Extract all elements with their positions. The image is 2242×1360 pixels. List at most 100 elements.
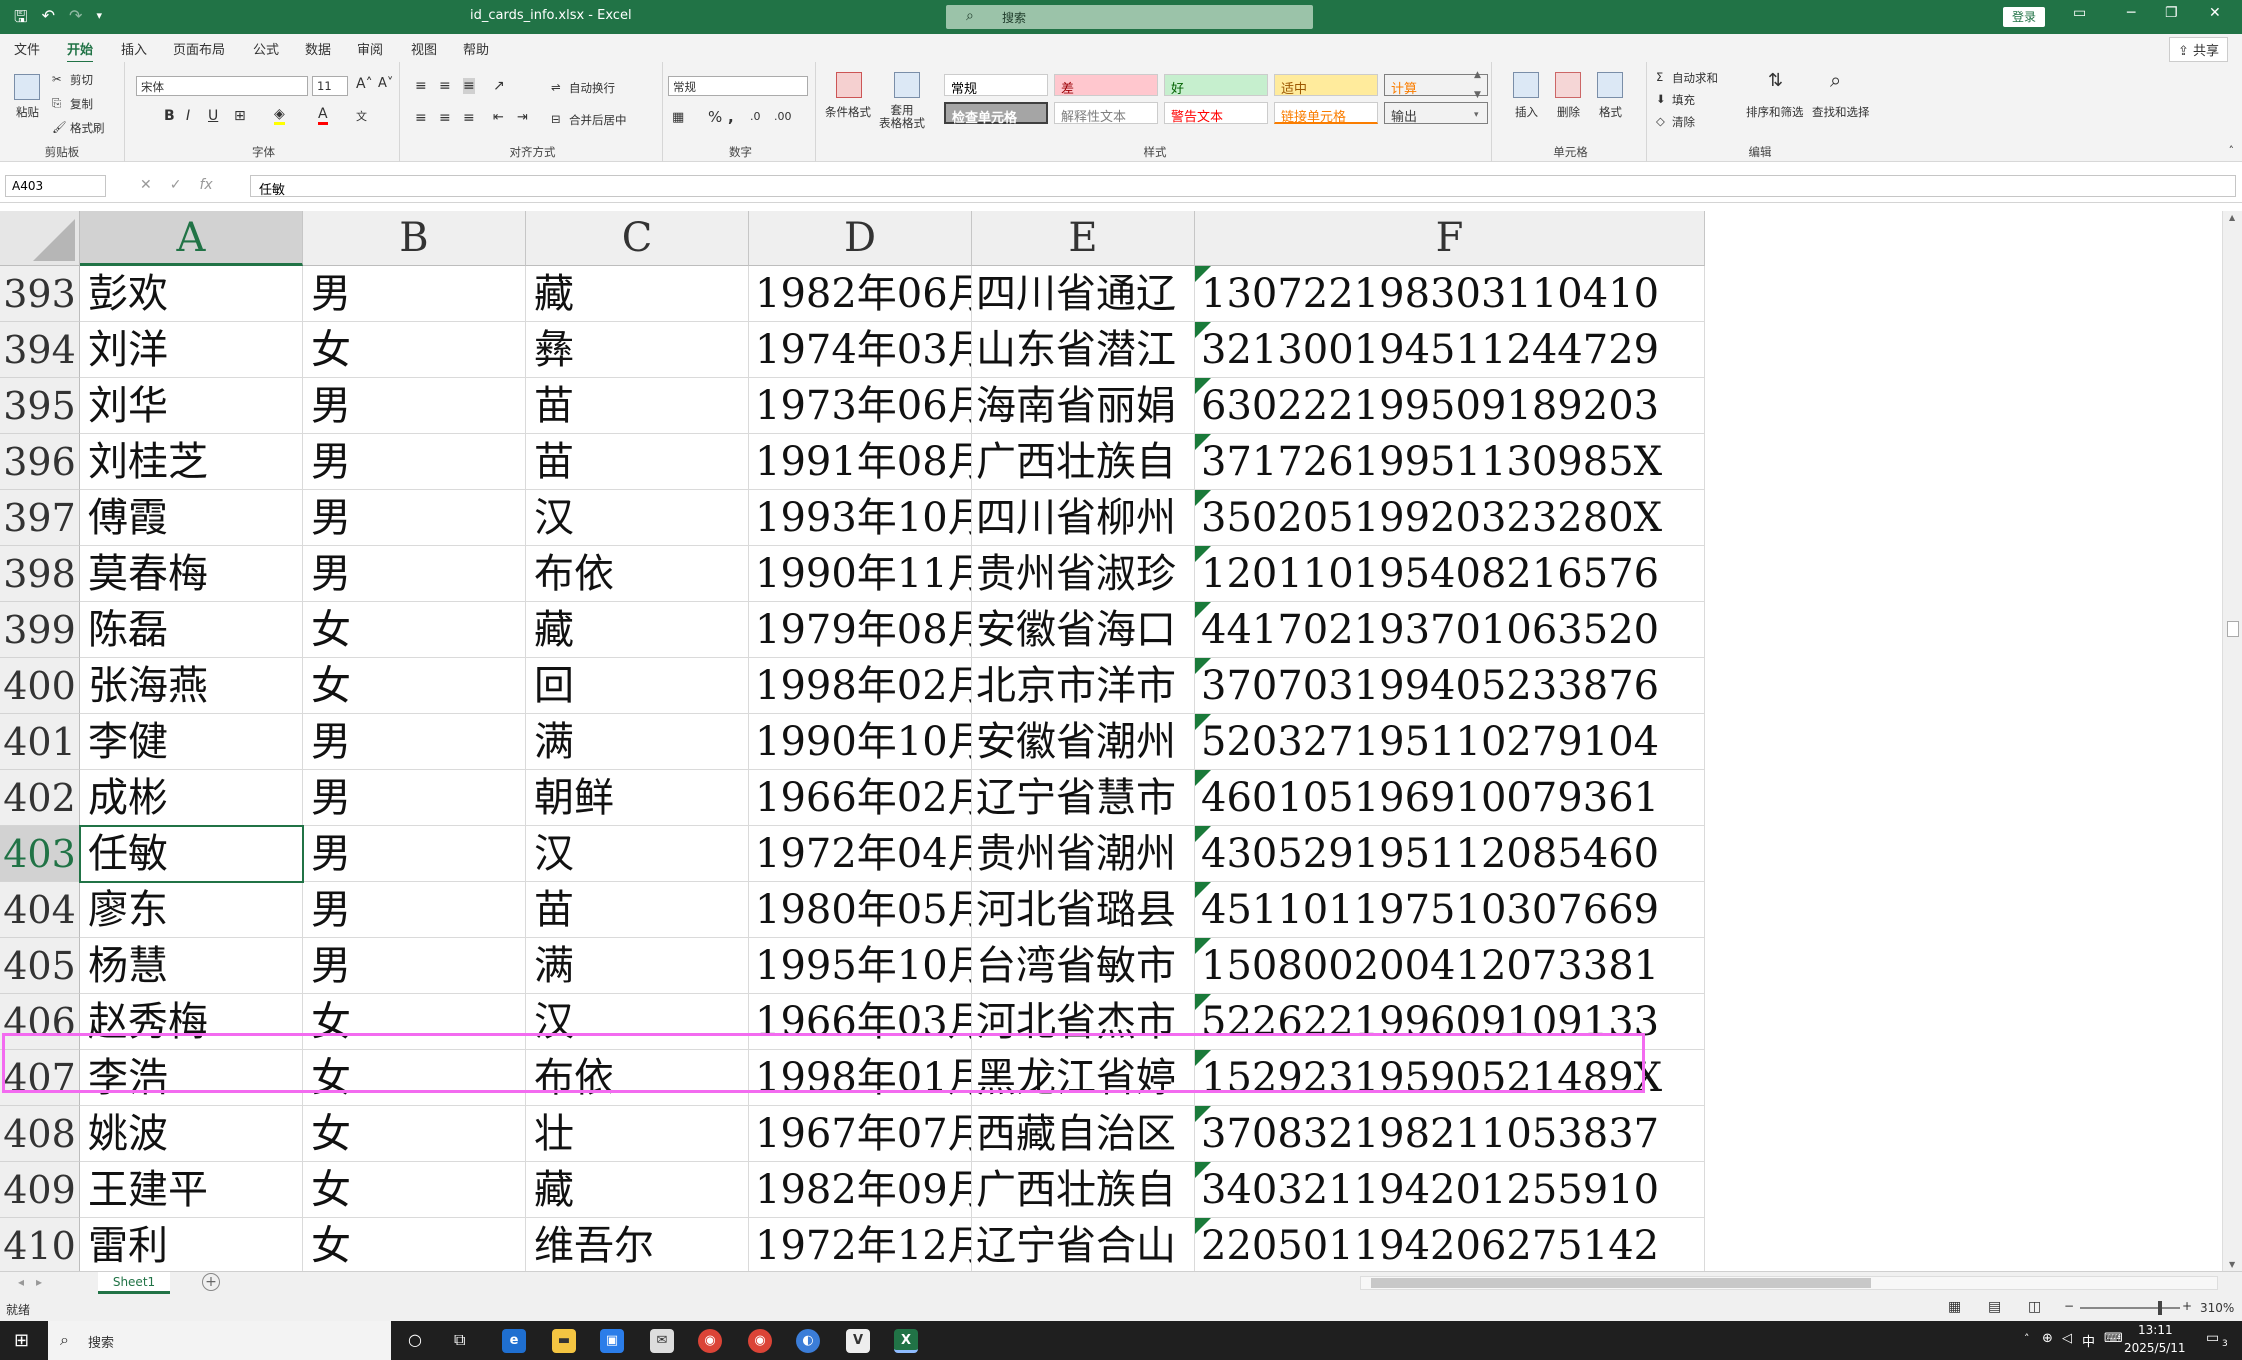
cell-e-addr[interactable]: 黑龙江省婷	[972, 1050, 1195, 1106]
decrease-decimal-icon[interactable]: .00	[774, 110, 792, 123]
normal-view-icon[interactable]: ▦	[1948, 1299, 1961, 1315]
row-header[interactable]: 409	[0, 1162, 80, 1218]
row-header[interactable]: 404	[0, 882, 80, 938]
format-painter-icon[interactable]: 🖌	[52, 120, 67, 134]
cell-a-name[interactable]: 廖东	[80, 882, 303, 938]
cell-e-addr[interactable]: 贵州省潮州	[972, 826, 1195, 882]
cell-style-0[interactable]: 常规	[944, 74, 1048, 97]
error-indicator-icon[interactable]	[1195, 1162, 1211, 1178]
error-indicator-icon[interactable]	[1195, 546, 1211, 562]
cell-style-7[interactable]: 警告文本	[1164, 102, 1268, 125]
restore-icon[interactable]: ❐	[2165, 5, 2178, 21]
page-layout-view-icon[interactable]: ▤	[1988, 1299, 2001, 1315]
tab-file[interactable]: 文件	[14, 39, 40, 58]
column-header-a[interactable]: A	[80, 211, 303, 266]
tab-review[interactable]: 审阅	[357, 39, 383, 58]
cell-c-eth[interactable]: 汉	[526, 490, 749, 546]
fill-color-icon[interactable]: ◈	[274, 106, 285, 125]
cell-c-eth[interactable]: 壮	[526, 1106, 749, 1162]
cell-b-sex[interactable]: 女	[303, 658, 526, 714]
scroll-down-icon[interactable]: ▼	[2229, 1260, 2235, 1269]
task-view-icon[interactable]: ⧉	[454, 1330, 465, 1350]
cell-e-addr[interactable]: 辽宁省合山	[972, 1218, 1195, 1271]
edge-icon[interactable]: e	[502, 1329, 526, 1353]
delete-cells-button[interactable]: 删除	[1557, 104, 1580, 120]
cell-f-id[interactable]: 35020519920323280X	[1195, 490, 1705, 546]
row-header[interactable]: 396	[0, 434, 80, 490]
underline-button[interactable]: U	[208, 108, 218, 124]
cell-e-addr[interactable]: 辽宁省慧市	[972, 770, 1195, 826]
sort-filter-button[interactable]: 排序和筛选	[1746, 104, 1804, 120]
increase-indent-icon[interactable]: ⇥	[517, 110, 528, 125]
font-color-icon[interactable]: A	[318, 106, 328, 125]
cell-e-addr[interactable]: 安徽省海口	[972, 602, 1195, 658]
cell-b-sex[interactable]: 女	[303, 1106, 526, 1162]
align-right-icon[interactable]: ≡	[463, 110, 475, 126]
name-box[interactable]: A403	[5, 175, 106, 197]
cell-d-birth[interactable]: 1966年02月	[749, 770, 972, 826]
cell-a-name[interactable]: 傅霞	[80, 490, 303, 546]
error-indicator-icon[interactable]	[1195, 994, 1211, 1010]
cell-a-name[interactable]: 王建平	[80, 1162, 303, 1218]
share-button[interactable]: ⇪ 共享	[2168, 37, 2228, 62]
cell-d-birth[interactable]: 1974年03月	[749, 322, 972, 378]
table-format-button[interactable]: 套用 表格格式	[879, 104, 925, 130]
error-indicator-icon[interactable]	[1195, 434, 1211, 450]
italic-button[interactable]: I	[186, 108, 190, 124]
cell-e-addr[interactable]: 台湾省敏市	[972, 938, 1195, 994]
row-header[interactable]: 405	[0, 938, 80, 994]
error-indicator-icon[interactable]	[1195, 714, 1211, 730]
cell-f-id[interactable]: 37172619951130985X	[1195, 434, 1705, 490]
cell-style-4[interactable]: 计算	[1384, 74, 1488, 97]
column-header-c[interactable]: C	[526, 211, 749, 266]
zoom-out-icon[interactable]: −	[2064, 1299, 2074, 1313]
cell-a-name[interactable]: 李浩	[80, 1050, 303, 1106]
cell-e-addr[interactable]: 河北省璐县	[972, 882, 1195, 938]
tab-page-layout[interactable]: 页面布局	[173, 39, 225, 58]
cell-style-5[interactable]: 检查单元格	[944, 102, 1048, 126]
orientation-icon[interactable]: ↗	[493, 78, 505, 94]
cell-c-eth[interactable]: 回	[526, 658, 749, 714]
cell-f-id[interactable]: 321300194511244729	[1195, 322, 1705, 378]
gallery-down-icon[interactable]: ▼	[1474, 90, 1481, 100]
align-top-icon[interactable]: ≡	[415, 78, 427, 94]
cell-b-sex[interactable]: 男	[303, 266, 526, 322]
cell-e-addr[interactable]: 安徽省潮州	[972, 714, 1195, 770]
cell-f-id[interactable]: 460105196910079361	[1195, 770, 1705, 826]
cell-style-1[interactable]: 差	[1054, 74, 1158, 97]
cell-c-eth[interactable]: 苗	[526, 882, 749, 938]
cell-a-name[interactable]: 陈磊	[80, 602, 303, 658]
excel-taskbar-icon[interactable]: X	[894, 1329, 918, 1353]
fill-icon[interactable]: ⬇	[1656, 92, 1666, 106]
row-header[interactable]: 410	[0, 1218, 80, 1271]
cell-c-eth[interactable]: 布依	[526, 1050, 749, 1106]
increase-font-icon[interactable]: A˄	[356, 76, 373, 92]
cell-a-name[interactable]: 张海燕	[80, 658, 303, 714]
cell-a-name[interactable]: 赵秀梅	[80, 994, 303, 1050]
find-select-icon[interactable]: ⌕	[1830, 68, 1841, 92]
bold-button[interactable]: B	[164, 108, 175, 124]
cell-f-id[interactable]: 441702193701063520	[1195, 602, 1705, 658]
cell-e-addr[interactable]: 海南省丽娟	[972, 378, 1195, 434]
cell-b-sex[interactable]: 男	[303, 714, 526, 770]
sheet-next-icon[interactable]: ▸	[36, 1275, 42, 1289]
conditional-format-icon[interactable]	[836, 72, 862, 98]
error-indicator-icon[interactable]	[1195, 266, 1211, 282]
cell-d-birth[interactable]: 1973年06月	[749, 378, 972, 434]
cell-c-eth[interactable]: 维吾尔	[526, 1218, 749, 1271]
file-explorer-icon[interactable]: ▬	[552, 1329, 576, 1353]
error-indicator-icon[interactable]	[1195, 378, 1211, 394]
sheet-tab-sheet1[interactable]: Sheet1	[98, 1272, 170, 1294]
app-v-icon[interactable]: V	[846, 1329, 870, 1353]
align-middle-icon[interactable]: ≡	[439, 78, 451, 94]
cell-b-sex[interactable]: 女	[303, 322, 526, 378]
undo-icon[interactable]: ↶	[42, 6, 55, 33]
cell-b-sex[interactable]: 女	[303, 1050, 526, 1106]
phonetic-icon[interactable]: 文	[356, 108, 367, 124]
insert-function-icon[interactable]: fx	[199, 177, 212, 193]
customize-qat-icon[interactable]: ▾	[96, 6, 102, 33]
cell-c-eth[interactable]: 汉	[526, 826, 749, 882]
cell-c-eth[interactable]: 藏	[526, 602, 749, 658]
cell-c-eth[interactable]: 满	[526, 938, 749, 994]
format-cells-icon[interactable]	[1597, 72, 1623, 98]
